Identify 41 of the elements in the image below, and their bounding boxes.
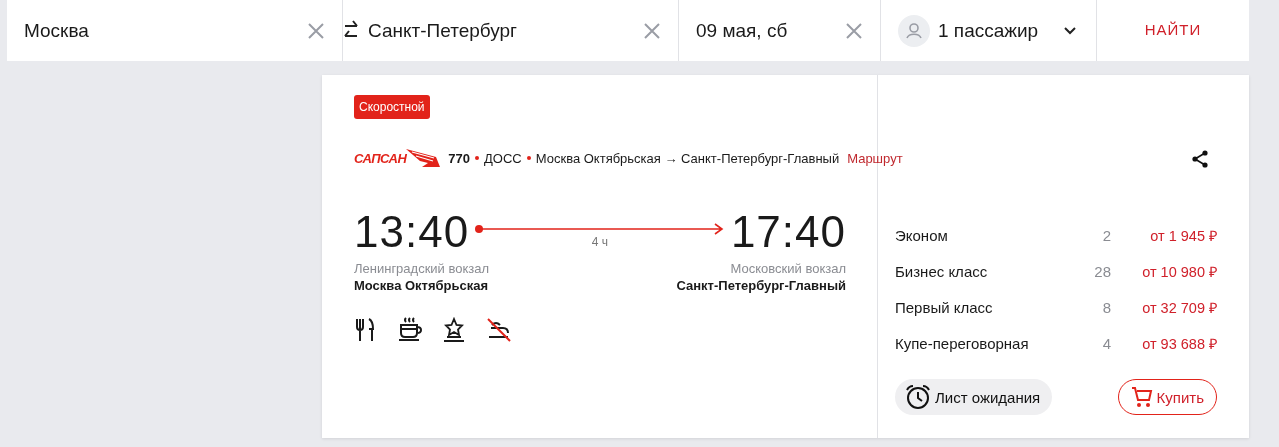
station-name: Ленинградский вокзал bbox=[354, 261, 490, 276]
duration-text: 4 ч bbox=[591, 235, 609, 249]
seat-count: 28 bbox=[1094, 263, 1111, 281]
class-price: от 10 980 ₽ bbox=[1141, 263, 1217, 281]
waitlist-button[interactable]: Лист ожидания bbox=[895, 379, 1053, 415]
route-text: Москва Октябрьская → Санкт-Петербург-Главный bbox=[535, 150, 840, 166]
person-icon bbox=[898, 14, 930, 47]
chevron-down-icon bbox=[1064, 26, 1076, 35]
station-city: Санкт-Петербург-Главный bbox=[676, 278, 846, 293]
date-field[interactable]: 09 мая, сб bbox=[679, 0, 881, 61]
class-price: от 93 688 ₽ bbox=[1141, 335, 1217, 353]
route-link[interactable]: Маршрут bbox=[847, 150, 903, 166]
clear-icon[interactable] bbox=[306, 20, 326, 41]
buy-button[interactable]: Купить bbox=[1117, 379, 1217, 415]
passenger-dropdown[interactable]: 1 пассажир bbox=[881, 0, 1097, 61]
cart-icon bbox=[1130, 386, 1153, 408]
seat-count: 2 bbox=[1102, 227, 1111, 245]
seat-count: 4 bbox=[1102, 335, 1111, 353]
alarm-clock-icon bbox=[905, 384, 931, 410]
clear-icon[interactable] bbox=[642, 20, 662, 41]
departure-time: 13:40 bbox=[354, 209, 470, 255]
route-arrow-icon bbox=[475, 223, 725, 235]
class-name: Купе-переговорная bbox=[895, 335, 1030, 353]
wing-icon bbox=[406, 147, 441, 169]
class-name: Бизнес класс bbox=[895, 263, 989, 281]
train-number: 770 bbox=[448, 150, 471, 166]
station-city: Москва Октябрьская bbox=[354, 278, 490, 293]
train-category: ДОСС bbox=[484, 150, 522, 166]
train-logo: САПСАН bbox=[354, 147, 441, 169]
class-price: от 1 945 ₽ bbox=[1149, 227, 1217, 245]
station-name: Московский вокзал bbox=[730, 261, 846, 276]
class-name: Первый класс bbox=[895, 299, 994, 317]
class-price: от 32 709 ₽ bbox=[1141, 299, 1217, 317]
clear-icon[interactable] bbox=[844, 20, 864, 41]
share-icon[interactable] bbox=[1191, 150, 1209, 168]
class-name: Эконом bbox=[895, 227, 949, 245]
to-field[interactable]: Санкт-Петербург bbox=[343, 0, 679, 61]
seat-count: 8 bbox=[1102, 299, 1111, 317]
arrival-time: 17:40 bbox=[730, 209, 846, 255]
from-field[interactable]: Москва bbox=[7, 0, 343, 61]
train-type-badge: Скоростной bbox=[354, 95, 430, 119]
